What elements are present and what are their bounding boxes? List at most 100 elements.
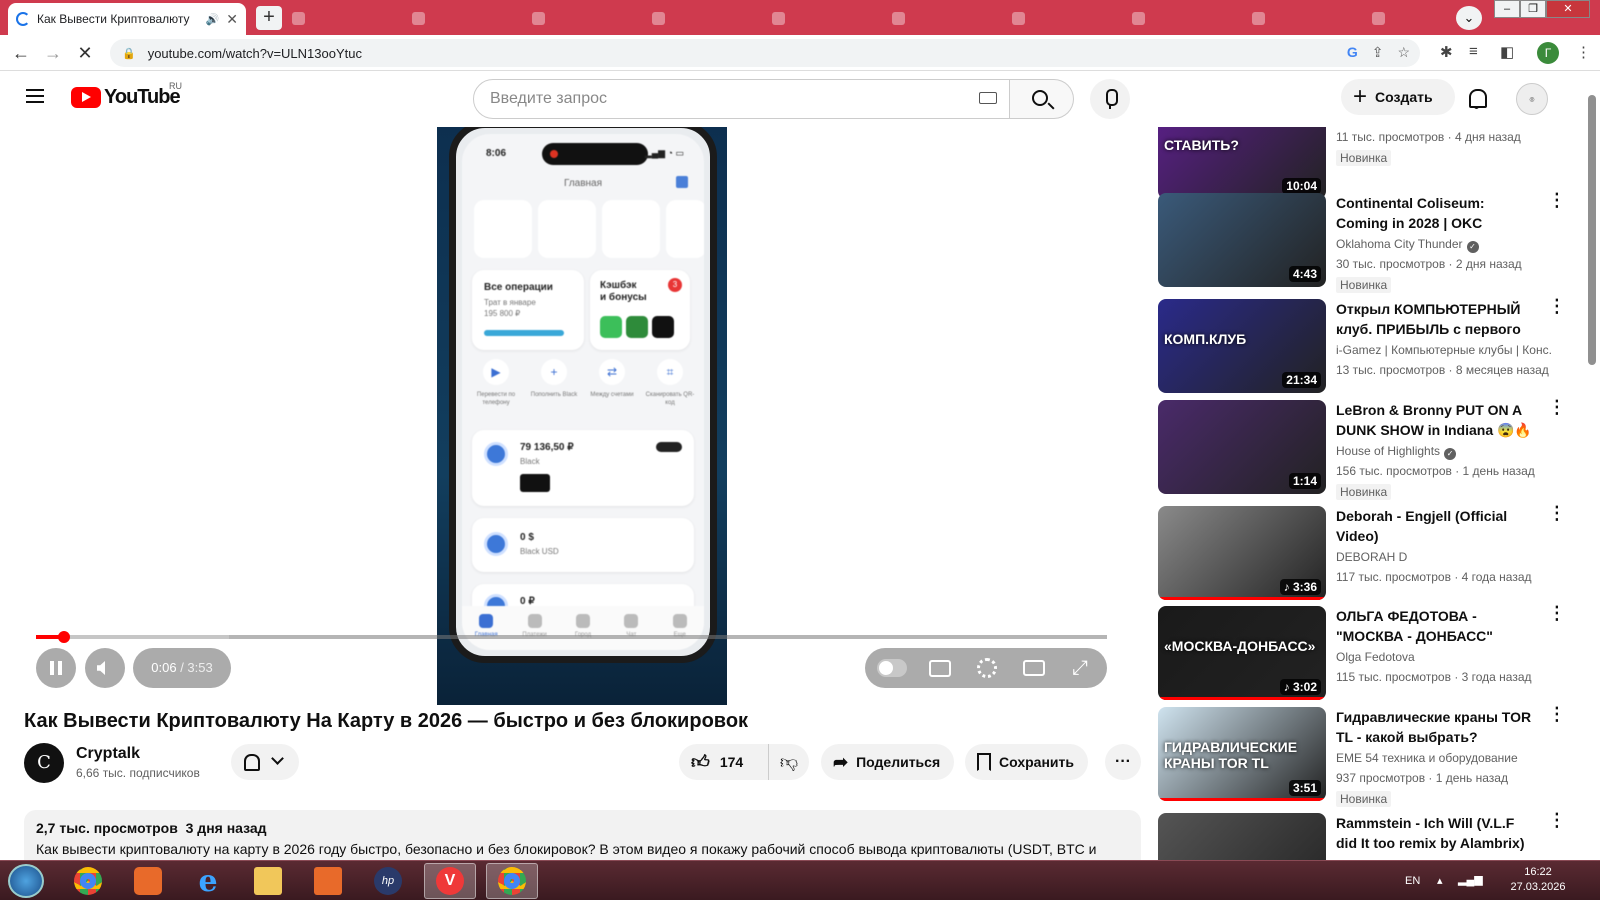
recommendation-item[interactable]: Rammstein - Ich Will (V.L.F did It too r…	[1158, 811, 1558, 860]
background-tab[interactable]	[892, 8, 1002, 28]
taskbar-hp[interactable]: hp	[362, 863, 414, 899]
recommendation-title[interactable]: LeBron & Bronny PUT ON A DUNK SHOW in In…	[1336, 400, 1532, 440]
background-tab[interactable]	[292, 8, 402, 28]
more-actions-icon[interactable]: ···	[1105, 744, 1141, 780]
close-window-button[interactable]: ✕	[1546, 0, 1590, 18]
account-avatar[interactable]: ◎	[1516, 83, 1548, 115]
lock-icon[interactable]: 🔒	[122, 47, 136, 60]
pause-button[interactable]	[36, 648, 76, 688]
page-scrollbar[interactable]	[1588, 95, 1596, 365]
side-panel-icon[interactable]: ◧	[1500, 43, 1514, 61]
video-thumbnail[interactable]: КОМП.КЛУБ 21:34	[1158, 299, 1326, 393]
taskbar-office[interactable]	[302, 863, 354, 899]
search-button[interactable]	[1010, 79, 1074, 119]
minimize-button[interactable]: –	[1494, 0, 1520, 18]
video-thumbnail[interactable]: ♪ 3:36	[1158, 506, 1326, 600]
recommendation-item[interactable]: КОМП.КЛУБ 21:34 Открыл КОМПЬЮТЕРНЫЙ клуб. …	[1158, 297, 1558, 399]
video-thumbnail[interactable]: СТАВИТЬ? 10:04	[1158, 127, 1326, 199]
channel-name[interactable]: Cryptalk	[76, 745, 140, 763]
subtitles-icon[interactable]	[929, 660, 951, 677]
save-button[interactable]: Сохранить	[965, 744, 1088, 780]
background-tab[interactable]	[1132, 8, 1242, 28]
subscription-notifications-button[interactable]	[231, 744, 299, 780]
channel-avatar[interactable]: C	[24, 743, 64, 783]
reading-list-icon[interactable]: ≡	[1469, 43, 1478, 60]
share-icon[interactable]: ⇪	[1372, 44, 1384, 61]
recommendation-channel[interactable]: House of Highlights ✓	[1336, 444, 1552, 460]
network-signal-icon[interactable]: ▂▄▆	[1458, 873, 1483, 886]
video-thumbnail[interactable]: «МОСКВА-ДОНБАСС» ♪ 3:02	[1158, 606, 1326, 700]
taskbar-internet-explorer[interactable]: e	[182, 863, 234, 899]
recommendation-item[interactable]: 1:14 LeBron & Bronny PUT ON A DUNK SHOW i…	[1158, 398, 1558, 500]
dislike-button[interactable]: 👎︎	[769, 751, 809, 773]
keyboard-icon[interactable]	[979, 92, 997, 104]
mute-button[interactable]	[85, 648, 125, 688]
tab-close-icon[interactable]: ✕	[226, 11, 238, 28]
video-thumbnail[interactable]: 1:14	[1158, 400, 1326, 494]
browser-tab-active[interactable]: Как Вывести Криптовалюту 🔊 ✕	[8, 3, 246, 35]
video-thumbnail[interactable]: ГИДРАВЛИЧЕСКИЕ КРАНЫ TOR TL 3:51	[1158, 707, 1326, 801]
start-button[interactable]	[8, 864, 44, 898]
recommendation-channel[interactable]: DEBORAH D	[1336, 550, 1552, 564]
recommendation-title[interactable]: Гидравлические краны TOR TL - какой выбр…	[1336, 707, 1532, 747]
taskbar-clock[interactable]: 16:22 27.03.2026	[1503, 865, 1573, 895]
taskbar-vivaldi[interactable]: V	[424, 863, 476, 899]
more-options-kebab-icon[interactable]: ⋮	[1548, 504, 1558, 528]
input-language[interactable]: EN	[1405, 875, 1420, 887]
recommendation-channel[interactable]: i-Gamez | Компьютерные клубы | Конс...	[1336, 343, 1552, 357]
bookmark-star-icon[interactable]: ☆	[1397, 44, 1410, 61]
voice-search-mic-icon[interactable]	[1090, 79, 1130, 119]
recommendation-channel[interactable]: EME 54 техника и оборудование	[1336, 751, 1552, 765]
address-bar[interactable]: 🔒 youtube.com/watch?v=ULN13ooYtuc G ⇪ ☆	[110, 39, 1420, 67]
google-icon[interactable]: G	[1347, 44, 1358, 61]
search-input[interactable]: Введите запрос	[473, 79, 1010, 119]
fullscreen-icon[interactable]: ⤢	[1069, 658, 1091, 678]
recommendation-item[interactable]: ♪ 3:36 Deborah - Engjell (Official Video)…	[1158, 504, 1558, 606]
more-options-kebab-icon[interactable]: ⋮	[1548, 297, 1558, 321]
more-options-kebab-icon[interactable]: ⋮	[1548, 398, 1558, 422]
more-options-kebab-icon[interactable]: ⋮	[1548, 705, 1558, 729]
recommendation-channel[interactable]: Oklahoma City Thunder ✓	[1336, 237, 1552, 253]
recommendation-title[interactable]: Открыл КОМПЬЮТЕРНЫЙ клуб. ПРИБЫЛЬ с перв…	[1336, 299, 1532, 339]
like-button[interactable]: 👍︎ 174	[679, 744, 769, 780]
taskbar-explorer[interactable]	[242, 863, 294, 899]
progress-bar[interactable]	[36, 631, 1107, 643]
stop-loading-icon[interactable]: ✕	[73, 41, 97, 65]
theater-mode-icon[interactable]	[1023, 660, 1045, 676]
video-thumbnail[interactable]: 4:43	[1158, 193, 1326, 287]
more-options-kebab-icon[interactable]: ⋮	[1548, 811, 1558, 835]
background-tab[interactable]	[1372, 8, 1442, 28]
background-tab[interactable]	[772, 8, 882, 28]
video-thumbnail[interactable]	[1158, 813, 1326, 860]
more-options-kebab-icon[interactable]: ⋮	[1548, 191, 1558, 215]
more-options-kebab-icon[interactable]: ⋮	[1548, 604, 1558, 628]
video-player[interactable]: 8:06 ▂▄▆ ◔ ▭ Главная Все операции Трат в…	[24, 127, 1131, 705]
forward-arrow-icon[interactable]: →	[41, 41, 65, 65]
recommendation-item[interactable]: 4:43 Continental Coliseum: Coming in 2028…	[1158, 191, 1558, 293]
youtube-logo[interactable]: YouTube	[71, 86, 181, 109]
recommendation-title[interactable]: Continental Coliseum: Coming in 2028 | O…	[1336, 193, 1532, 233]
scrubber-handle[interactable]	[57, 631, 70, 643]
share-button[interactable]: ➦ Поделиться	[821, 744, 955, 780]
maximize-button[interactable]: ❐	[1520, 0, 1546, 18]
taskbar-chrome[interactable]	[62, 863, 114, 899]
recommendation-title[interactable]: Rammstein - Ich Will (V.L.F did It too r…	[1336, 813, 1532, 853]
background-tab[interactable]	[1012, 8, 1122, 28]
extensions-icon[interactable]: ✱	[1440, 43, 1453, 61]
speaker-icon[interactable]: 🔊	[206, 13, 220, 26]
menu-hamburger-icon[interactable]	[26, 89, 44, 103]
new-tab-button[interactable]: +	[256, 6, 282, 30]
tab-search-chevron-icon[interactable]: ⌄	[1456, 6, 1482, 30]
background-tab[interactable]	[652, 8, 762, 28]
taskbar-media-player[interactable]	[122, 863, 174, 899]
notifications-bell-icon[interactable]	[1467, 87, 1487, 109]
recommendation-title[interactable]: Deborah - Engjell (Official Video)	[1336, 506, 1532, 546]
recommendation-item[interactable]: ГИДРАВЛИЧЕСКИЕ КРАНЫ TOR TL 3:51 Гидравлич…	[1158, 705, 1558, 807]
tray-expand-icon[interactable]: ▴	[1437, 874, 1443, 887]
settings-gear-icon[interactable]	[977, 658, 997, 678]
recommendation-item[interactable]: «МОСКВА-ДОНБАСС» ♪ 3:02 ОЛЬГА ФЕДОТОВА - "…	[1158, 604, 1558, 706]
background-tab[interactable]	[1252, 8, 1362, 28]
create-button[interactable]: + Создать	[1341, 79, 1455, 115]
background-tab[interactable]	[412, 8, 522, 28]
autoplay-toggle[interactable]	[877, 659, 907, 677]
